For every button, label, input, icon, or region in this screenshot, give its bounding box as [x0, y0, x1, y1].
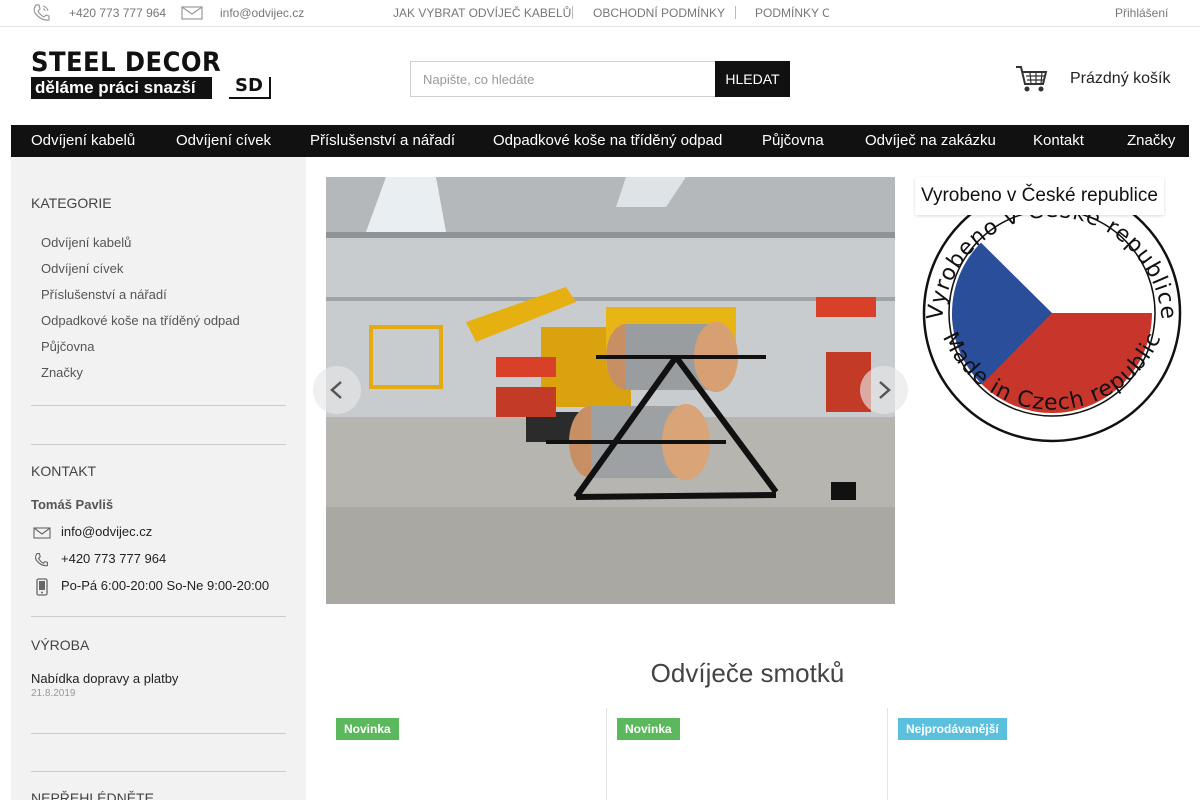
sidebar-item-cable-unwinding[interactable]: Odvíjení kabelů	[41, 235, 131, 250]
dont-miss-heading: NEPŘEHLÉDNĚTE	[31, 790, 154, 800]
phone-icon	[31, 3, 51, 28]
made-in-caption: Vyrobeno v České republice	[915, 177, 1164, 215]
topbar-separator	[735, 6, 736, 19]
news-heading: VÝROBA	[31, 637, 90, 653]
cart-label: Prázdný košík	[1070, 70, 1171, 87]
sidebar-item-brands[interactable]: Značky	[41, 365, 83, 380]
nav-item-custom[interactable]: Odvíječ na zakázku	[865, 132, 996, 149]
topbar-separator	[572, 6, 573, 19]
nav-item-rental[interactable]: Půjčovna	[762, 132, 824, 149]
slider-prev-button[interactable]	[313, 366, 361, 414]
nav-item-waste-bins[interactable]: Odpadkové koše na tříděný odpad	[493, 132, 722, 149]
cart-icon	[1015, 64, 1049, 99]
topbar-link-terms[interactable]: OBCHODNÍ PODMÍNKY	[593, 6, 725, 20]
divider	[31, 771, 286, 772]
nav-item-brands[interactable]: Značky	[1127, 132, 1175, 149]
divider	[31, 444, 286, 445]
section-title: Odvíječe smotků	[650, 658, 845, 688]
contact-email[interactable]: info@odvijec.cz	[61, 524, 152, 539]
product-badge-bestseller: Nejprodávanější	[898, 718, 1007, 740]
news-item-date: 21.8.2019	[31, 688, 76, 699]
logo-tagline: děláme práci snazší	[35, 78, 196, 97]
contact-phone[interactable]: +420 773 777 964	[61, 551, 166, 566]
top-utility-bar: +420 773 777 964 info@odvijec.cz JAK VYB…	[0, 0, 1200, 27]
sidebar-item-reel-unwinding[interactable]: Odvíjení cívek	[41, 261, 123, 276]
nav-item-reel-unwinding[interactable]: Odvíjení cívek	[176, 132, 271, 149]
search-button[interactable]: HLEDAT	[715, 61, 790, 97]
chevron-right-icon	[879, 381, 891, 399]
categories-heading: KATEGORIE	[31, 195, 112, 211]
contact-hours: Po-Pá 6:00-20:00 So-Ne 9:00-20:00	[61, 578, 270, 593]
product-badge-new: Novinka	[336, 718, 399, 740]
topbar-link-privacy[interactable]: PODMÍNKY OC	[755, 6, 829, 20]
main-nav: Odvíjení kabelů Odvíjení cívek Příslušen…	[11, 125, 1189, 157]
sidebar-item-rental[interactable]: Půjčovna	[41, 339, 94, 354]
slider-next-button[interactable]	[860, 366, 908, 414]
site-logo[interactable]: STEEL DECOR děláme práci snazší SD	[31, 47, 271, 100]
divider	[31, 733, 286, 734]
product-card[interactable]: Nejprodávanější	[888, 708, 1168, 800]
mail-icon	[181, 5, 203, 26]
product-card[interactable]: Novinka	[607, 708, 887, 800]
search-input[interactable]	[410, 61, 716, 97]
sidebar-item-accessories[interactable]: Příslušenství a nářadí	[41, 287, 167, 302]
login-link[interactable]: Přihlášení	[1115, 6, 1168, 20]
product-badge-new: Novinka	[617, 718, 680, 740]
sidebar-item-waste-bins[interactable]: Odpadkové koše na tříděný odpad	[41, 313, 240, 328]
nav-item-accessories[interactable]: Příslušenství a nářadí	[310, 132, 455, 149]
divider	[31, 616, 286, 617]
logo-title: STEEL DECOR	[31, 47, 222, 78]
czech-flag-seal: Vyrobeno v České republice Made in Czech…	[922, 183, 1182, 443]
topbar-phone[interactable]: +420 773 777 964	[69, 6, 166, 20]
contact-heading: KONTAKT	[31, 463, 97, 479]
cart[interactable]: Prázdný košík	[1015, 62, 1175, 98]
topbar-link-choose[interactable]: JAK VYBRAT ODVÍJEČ KABELŮ	[393, 6, 571, 20]
contact-person: Tomáš Pavliš	[31, 497, 114, 512]
divider	[31, 405, 286, 406]
news-item-title[interactable]: Nabídka dopravy a platby	[31, 671, 178, 686]
hero-slider-image[interactable]	[326, 177, 895, 604]
mail-icon	[33, 526, 51, 545]
logo-mark: SD	[229, 77, 271, 99]
nav-item-cable-unwinding[interactable]: Odvíjení kabelů	[31, 132, 135, 149]
sidebar: KATEGORIE Odvíjení kabelů Odvíjení cívek…	[11, 157, 306, 800]
phone-icon	[33, 552, 49, 573]
made-in-czech-banner[interactable]: Vyrobeno v České republice Vyrobeno v Če…	[915, 177, 1185, 447]
mobile-icon	[36, 578, 48, 601]
topbar-email[interactable]: info@odvijec.cz	[220, 6, 304, 20]
nav-item-contact[interactable]: Kontakt	[1033, 132, 1084, 149]
search-form: HLEDAT	[410, 61, 790, 97]
chevron-left-icon	[330, 381, 342, 399]
product-card[interactable]: Novinka	[326, 708, 606, 800]
